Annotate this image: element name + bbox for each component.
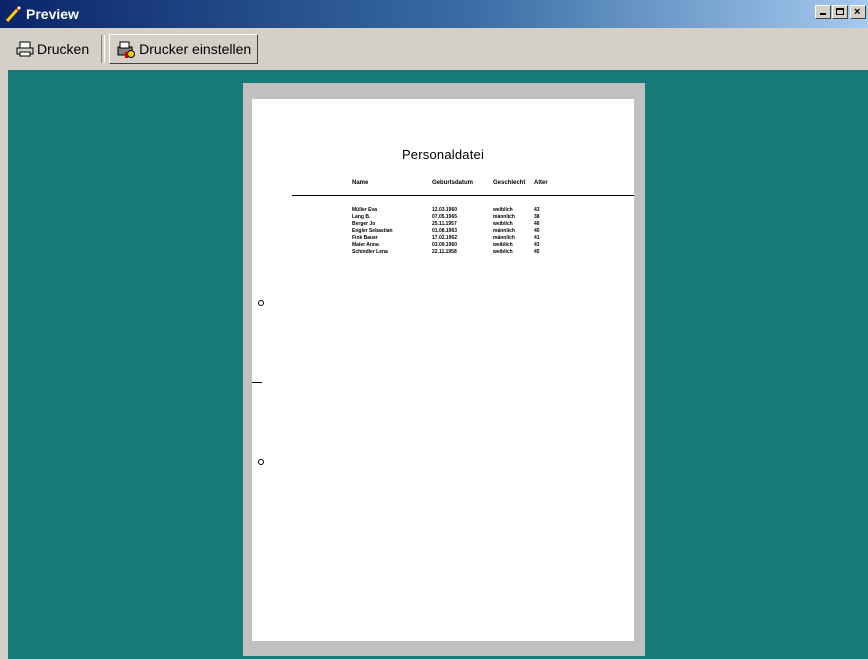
cell-age: 45 (534, 249, 540, 255)
cell-age: 46 (534, 221, 540, 227)
toolbar-separator (101, 35, 106, 63)
document-title: Personaldatei (401, 147, 485, 162)
preview-workspace[interactable]: Personaldatei Name Geburtsdatum Geschlec… (8, 70, 868, 659)
cell-name: Fink Bauer (352, 235, 378, 241)
minimize-button[interactable] (815, 5, 831, 19)
cell-gender: weiblich (493, 221, 513, 227)
window-title: Preview (26, 6, 79, 22)
cell-birthdate: 22.11.1958 (432, 249, 457, 255)
printer-setup-button[interactable]: Drucker einstellen (109, 34, 259, 64)
close-button[interactable]: × (850, 5, 866, 19)
cell-age: 43 (534, 207, 540, 213)
cell-birthdate: 03.09.1960 (432, 242, 458, 248)
cell-birthdate: 17.02.1962 (432, 235, 458, 241)
cell-birthdate: 01.08.1963 (432, 228, 458, 234)
column-header-age: Alter (534, 180, 548, 186)
cell-name: Berger Jo (352, 221, 376, 227)
print-button[interactable]: Drucken (10, 34, 95, 64)
maximize-icon (836, 8, 844, 15)
cell-gender: weiblich (493, 207, 513, 213)
printer-setup-icon (116, 39, 136, 59)
cell-gender: weiblich (493, 249, 513, 255)
column-header-name: Name (352, 180, 369, 186)
printer-setup-label: Drucker einstellen (139, 41, 252, 57)
close-icon: × (854, 6, 861, 18)
preview-window: Preview × Drucken Drucker einstellen Per… (0, 0, 868, 659)
printer-icon (16, 41, 34, 57)
window-controls: × (814, 5, 866, 19)
cell-name: Müller Eva (352, 207, 378, 213)
cell-age: 41 (534, 235, 540, 241)
cell-age: 38 (534, 214, 540, 220)
cell-age: 43 (534, 242, 540, 248)
cell-birthdate: 07.05.1965 (432, 214, 458, 220)
punch-hole-mark (258, 300, 264, 306)
cell-birthdate: 12.03.1960 (432, 207, 458, 213)
cell-name: Engler Sebastian (352, 228, 393, 234)
punch-hole-mark (258, 459, 264, 465)
cell-gender: weiblich (493, 242, 513, 248)
cell-birthdate: 25.11.1957 (432, 221, 457, 227)
fold-mark (252, 382, 262, 383)
column-header-birthdate: Geburtsdatum (432, 180, 474, 186)
cell-age: 40 (534, 228, 540, 234)
minimize-icon (820, 13, 826, 15)
cell-gender: männlich (493, 235, 515, 241)
preview-page[interactable]: Personaldatei Name Geburtsdatum Geschlec… (252, 99, 634, 641)
maximize-button[interactable] (832, 5, 848, 19)
cell-name: Maier Anna (352, 242, 379, 248)
print-label: Drucken (37, 41, 90, 57)
header-rule (292, 195, 634, 196)
page-frame: Personaldatei Name Geburtsdatum Geschlec… (243, 83, 645, 656)
cell-gender: männlich (493, 228, 515, 234)
cell-gender: männlich (493, 214, 515, 220)
column-header-gender: Geschlecht (493, 180, 526, 186)
toolbar: Drucken Drucker einstellen (0, 28, 868, 70)
wand-icon (4, 5, 22, 23)
cell-name: Lang B. (352, 214, 371, 220)
title-bar[interactable]: Preview × (0, 0, 868, 28)
cell-name: Schindler Lena (352, 249, 388, 255)
